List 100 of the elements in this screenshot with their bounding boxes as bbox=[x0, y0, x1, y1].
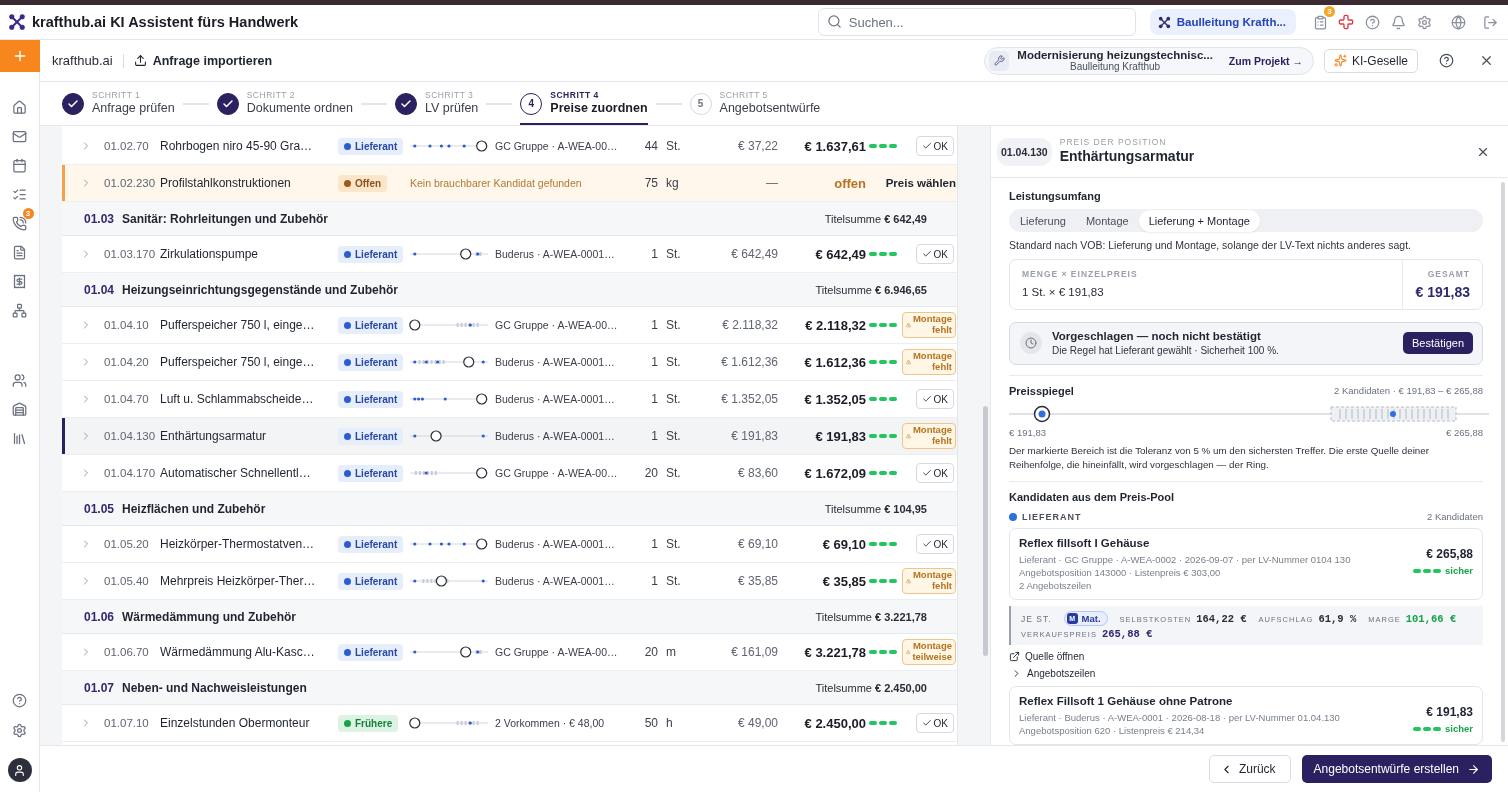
warning-icon bbox=[906, 577, 911, 585]
back-button[interactable]: Zurück bbox=[1208, 755, 1291, 783]
suggestion-title: Vorgeschlagen — noch nicht bestätigt bbox=[1052, 330, 1262, 343]
project-link[interactable]: Zum Projekt → bbox=[1228, 54, 1303, 67]
search-field[interactable]: Suchen... bbox=[817, 8, 1136, 36]
status-note: Kein brauchbarer Kandidat gefunden bbox=[409, 177, 583, 189]
supplier-text: GC Gruppe · A-WEA-00… bbox=[494, 319, 618, 331]
supplier-text: 2 Vorkommen · € 48,00 bbox=[494, 717, 606, 729]
unit: St. bbox=[665, 139, 682, 153]
breadcrumb-link[interactable]: krafthub.ai bbox=[52, 53, 113, 68]
unit-price: € 35,85 bbox=[736, 574, 778, 588]
total-price: offen bbox=[833, 175, 866, 191]
unit: St. bbox=[665, 466, 682, 480]
step-tab[interactable]: SCHRITT 3 LV prüfen bbox=[395, 82, 479, 125]
warning-icon bbox=[906, 321, 911, 329]
candidate-meta: Lieferant · GC Gruppe · A-WEA-0002 · 2026-09-07 · per LV-Nummer 0104 130 bbox=[1019, 554, 1351, 565]
checklist-icon[interactable] bbox=[12, 186, 27, 202]
assistant-button[interactable]: KI-Geselle bbox=[1323, 48, 1418, 73]
position-number: 01.02.230 bbox=[103, 177, 157, 189]
candidate-card[interactable]: Reflex Fillsoft 1 Gehäuse ohne Patrone Lieferant · Buderus · A-WEA-0001 · 2026-08-18 · per LV-Nummer 01.04.130 Angebotsposition 620 · Listenpreis € 214,34 € 191,83 sicher bbox=[1009, 686, 1483, 745]
scope-tab[interactable]: Lieferung bbox=[1010, 209, 1076, 232]
unit-price: € 191,83 bbox=[730, 429, 778, 443]
document-icon[interactable] bbox=[12, 244, 27, 260]
warehouse-icon[interactable] bbox=[10, 400, 29, 418]
source-tag: Lieferant bbox=[338, 427, 404, 445]
import-button[interactable]: Anfrage importieren bbox=[133, 53, 273, 68]
position-name: Luft u. Schlammabscheide… bbox=[160, 392, 315, 406]
unit-price: € 69,10 bbox=[736, 537, 778, 551]
group-number: 01.03 bbox=[84, 211, 115, 226]
table-row[interactable]: 01.04.130 Enthärtungsarmatur Lieferant Buderus · A-WEA-0001… 1 St. € 191,83 € 191,83 Montage fehlt bbox=[62, 418, 957, 455]
avatar[interactable] bbox=[7, 758, 32, 782]
settings-icon[interactable] bbox=[10, 721, 29, 739]
ok-button[interactable]: OK bbox=[915, 713, 954, 733]
add-button[interactable] bbox=[0, 40, 40, 72]
confidence-icon bbox=[1413, 725, 1441, 732]
help-icon[interactable] bbox=[10, 691, 29, 709]
group-sum: Titelsumme € 642,49 bbox=[824, 212, 927, 225]
check-icon bbox=[921, 718, 932, 728]
scope-tab[interactable]: Lieferung + Montage bbox=[1138, 209, 1260, 232]
section-label: Preisspiegel bbox=[1009, 384, 1074, 397]
candidate-card[interactable]: Reflex fillsoft I Gehäuse Lieferant · GC Gruppe · A-WEA-0002 · 2026-09-07 · per LV-Nummer 0104 130 Angebotsposition 143000 · Listenpreis € 303,00 2 Angebotszeilen € 265,88 sicher bbox=[1009, 528, 1483, 600]
receipt-icon[interactable] bbox=[12, 273, 27, 289]
confidence-icon bbox=[869, 541, 897, 547]
total-price: € 69,10 bbox=[821, 536, 866, 552]
project-subtitle: Baulleitung Krafthub bbox=[1070, 61, 1161, 73]
scrollbar[interactable] bbox=[1501, 182, 1505, 742]
source-link[interactable]: Quelle öffnen bbox=[1009, 651, 1483, 662]
supplier-text: GC Gruppe · A-WEA-00… bbox=[494, 467, 618, 479]
step-tab[interactable]: SCHRITT 1 Anfrage prüfen bbox=[62, 82, 175, 125]
lines-toggle[interactable]: Angebotszeilen bbox=[1009, 668, 1483, 679]
step-tab[interactable]: 5 SCHRITT 5 Angebotsentwürfe bbox=[689, 82, 821, 125]
group-label: LIEFERANT bbox=[1009, 511, 1082, 522]
total-price: € 2.450,00 bbox=[803, 715, 866, 731]
position-name: Zirkulationspumpe bbox=[160, 247, 260, 261]
scrollbar[interactable] bbox=[983, 406, 988, 656]
confirm-button[interactable]: Bestätigen bbox=[1403, 332, 1473, 355]
scope-tab[interactable]: Montage bbox=[1075, 209, 1139, 232]
supplier-text: Buderus · A-WEA-0001… bbox=[494, 430, 616, 442]
step-tab[interactable]: SCHRITT 2 Dokumente ordnen bbox=[216, 82, 354, 125]
candidate-meta: Angebotsposition 620 · Listenpreis € 214,34 bbox=[1019, 725, 1206, 736]
workspace-chip[interactable]: Baulleitung Krafth... bbox=[1149, 9, 1296, 35]
ok-button[interactable]: OK bbox=[915, 244, 954, 264]
wrench-icon bbox=[989, 50, 1010, 71]
candidate-meta: Lieferant · Buderus · A-WEA-0001 · 2026-08-18 · per LV-Nummer 01.04.130 bbox=[1019, 712, 1340, 723]
ok-button[interactable]: OK bbox=[915, 136, 954, 156]
group-title: Heizflächen und Zubehör bbox=[122, 501, 266, 516]
check-icon bbox=[921, 249, 932, 259]
figure-value: 164,22 € bbox=[1196, 612, 1247, 625]
quantity: 1 bbox=[650, 574, 658, 588]
candidate-summary: 2 Kandidaten · € 191,83 – € 265,88 bbox=[1334, 385, 1483, 397]
phone-icon[interactable] bbox=[12, 215, 27, 231]
network-icon[interactable] bbox=[12, 302, 27, 318]
position-number: 01.04.170 bbox=[103, 467, 157, 479]
ok-button[interactable]: OK bbox=[915, 389, 954, 409]
ok-button[interactable]: OK bbox=[915, 463, 954, 483]
figure-value: 101,66 € bbox=[1405, 612, 1457, 625]
source-tag: Lieferant bbox=[338, 390, 404, 408]
confidence-icon bbox=[869, 396, 897, 402]
supplier-text: GC Gruppe · A-WEA-00… bbox=[494, 646, 618, 658]
quantity: 1 bbox=[650, 355, 658, 369]
upload-icon bbox=[133, 54, 147, 67]
warning-badge: Montage fehlt bbox=[902, 423, 956, 449]
calendar-icon[interactable] bbox=[12, 157, 27, 173]
quantity: 1 bbox=[650, 429, 658, 443]
plus-cross-icon[interactable] bbox=[1336, 12, 1356, 32]
clipboard-icon[interactable] bbox=[1312, 14, 1328, 30]
ok-button[interactable]: OK bbox=[915, 534, 954, 554]
create-drafts-button[interactable]: Angebotsentwürfe erstellen bbox=[1301, 755, 1492, 783]
group-sum: Titelsumme € 3.221,78 bbox=[815, 610, 927, 623]
confidence-icon bbox=[869, 470, 897, 476]
mail-icon[interactable] bbox=[12, 128, 27, 144]
choose-price-button[interactable]: Preis wählen bbox=[885, 177, 957, 189]
home-icon[interactable] bbox=[12, 99, 27, 115]
unit-price: € 1.612,36 bbox=[720, 355, 778, 369]
position-name: Rohrbogen niro 45-90 Gra… bbox=[160, 139, 314, 153]
total-price: € 1.672,09 bbox=[803, 465, 866, 481]
users-icon[interactable] bbox=[10, 371, 29, 389]
group-sum: Titelsumme € 104,95 bbox=[824, 502, 927, 515]
position-number: 01.04.10 bbox=[103, 319, 150, 331]
table-row[interactable]: 01.02.230 Profilstahlkonstruktionen Offen Kein brauchbarer Kandidat gefunden 75 kg — offen Preis wählen bbox=[62, 165, 957, 202]
